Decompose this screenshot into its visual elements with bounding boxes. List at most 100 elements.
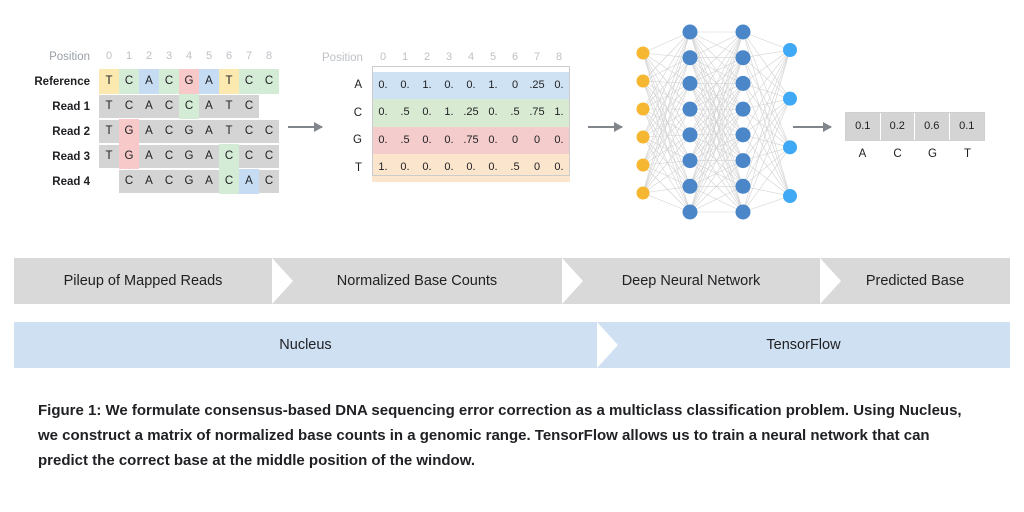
pileup-row-label: Read 2 (52, 125, 90, 138)
matrix-value-cell: .5 (400, 106, 410, 118)
hidden2-node (735, 178, 751, 194)
arrow-matrix-to-network (588, 122, 623, 132)
pileup-track: TCACGATCC (99, 69, 299, 94)
tool-chevron-2: TensorFlow (597, 322, 1010, 368)
matrix-value-cell: .25 (529, 78, 545, 91)
output-node (783, 91, 797, 106)
matrix-value-cell: 0 (511, 133, 519, 146)
pileup-base-cell: A (145, 100, 153, 112)
matrix-position-1: 1 (401, 51, 409, 63)
pileup-base-cell: A (205, 100, 213, 112)
pileup-base-cell: T (99, 69, 119, 94)
hidden2-node (735, 101, 751, 117)
pileup-base-cell: A (239, 169, 259, 194)
pileup-header-row: Position 012345678 (14, 44, 299, 69)
prediction-base-label-C: C (893, 148, 902, 160)
pileup-base-cell: C (264, 150, 274, 162)
matrix-value-cell: 0. (488, 133, 498, 146)
matrix-value-cell: 0. (400, 161, 410, 173)
hidden1-node (682, 127, 698, 143)
output-node (783, 189, 797, 203)
pileup-base-cell: T (105, 125, 113, 137)
pileup-base-cell: A (145, 150, 153, 162)
prediction-value-cell: 0.6 (915, 113, 950, 140)
stage-chevron-label: Deep Neural Network (621, 273, 761, 289)
pileup-base-cell: C (259, 69, 279, 94)
pileup-position-2: 2 (145, 50, 153, 62)
matrix-value-cell: 0. (554, 78, 564, 91)
stage-chevron-4: Predicted Base (820, 258, 1010, 304)
pileup-position-1: 1 (125, 50, 133, 62)
input-node (636, 46, 650, 60)
network-svg (636, 24, 797, 220)
matrix-position-3: 3 (445, 51, 453, 63)
pileup-base-cell: C (219, 144, 239, 169)
matrix-value-cell: 0. (466, 78, 476, 91)
matrix-value-cell: .75 (529, 106, 545, 118)
matrix-row-label-A: A (354, 79, 362, 92)
prediction-values: 0.1 0.2 0.6 0.1 (845, 112, 985, 141)
pileup-base-cell: G (119, 119, 139, 144)
pileup-position-7: 7 (245, 50, 253, 62)
matrix-row: C 0. .5 0. 1. .25 0. .5 .75 1. (322, 99, 572, 127)
pileup-base-cell: A (145, 125, 153, 137)
input-node (636, 102, 650, 116)
pileup-track: TGACGACCC (99, 144, 299, 169)
pileup-position-6: 6 (225, 50, 233, 62)
pileup-base-cell: T (225, 100, 233, 112)
pileup-base-cell: C (159, 69, 179, 94)
pileup-base-cell: A (205, 150, 213, 162)
pileup-row-label: Read 4 (52, 175, 90, 188)
prediction-value-cell: 0.1 (846, 113, 881, 140)
pileup-row: Read 3TGACGACCC (14, 144, 299, 169)
base-count-matrix-panel: Position 012345678 A 0. 0. 1. 0. 0. 1. 0.25 0. C 0… (322, 44, 572, 182)
matrix-position-8: 8 (555, 51, 563, 63)
matrix-value-cell: 0. (488, 161, 498, 173)
pileup-base-cell: G (184, 175, 194, 187)
hidden2-node (735, 75, 751, 91)
pileup-row: Read 4CACGACAC (14, 169, 299, 194)
pileup-base-cell: T (105, 150, 113, 162)
matrix-position-2: 2 (423, 51, 431, 63)
stage-chevron-row: Pileup of Mapped Reads Normalized Base Co… (0, 258, 1024, 304)
prediction-base-label-T: T (963, 148, 972, 160)
arrow-pileup-to-matrix (288, 122, 323, 132)
prediction-base-label-A: A (858, 148, 867, 160)
pileup-base-cell: C (179, 94, 199, 119)
pileup-position-5: 5 (205, 50, 213, 62)
pileup-base-cell: T (225, 125, 233, 137)
matrix-position-label: Position (322, 51, 363, 64)
pileup-track: TCACCATC (99, 94, 299, 119)
matrix-value-cell: .75 (463, 133, 479, 146)
tool-chevron-label: Nucleus (279, 337, 332, 353)
matrix-value-cell: 0. (444, 78, 454, 91)
matrix-value-cell: 0. (422, 133, 432, 146)
matrix-position-0: 0 (379, 51, 387, 63)
pileup-base-cell: C (164, 100, 174, 112)
input-node (636, 158, 650, 172)
hidden1-node (682, 178, 698, 194)
pipeline-diagram: Position 012345678 Reference T C A C G A T C C Rea… (0, 0, 1024, 240)
pileup-row: Read 1TCACCATC (14, 94, 299, 119)
matrix-row-label-T: T (354, 161, 362, 174)
hidden1-node (682, 101, 698, 117)
pileup-track: TGACGATCC (99, 119, 299, 144)
hidden2-node (735, 24, 751, 40)
hidden2-node (735, 127, 751, 143)
matrix-header-row: Position 0 1 2 3 4 5 6 7 8 (322, 44, 572, 72)
input-node (636, 130, 650, 144)
stage-chevron-3: Deep Neural Network (562, 258, 841, 304)
matrix-position-track: 0 1 2 3 4 5 6 7 8 (372, 44, 572, 72)
prediction-value-cell: 0.2 (881, 113, 915, 140)
stage-chevron-1: Pileup of Mapped Reads (14, 258, 293, 304)
matrix-value-cell: .5 (510, 106, 520, 118)
pileup-base-cell: C (124, 175, 134, 187)
pileup-base-cell: A (205, 175, 213, 187)
matrix-row-label-C: C (353, 106, 362, 119)
pileup-row-label: Read 3 (52, 150, 90, 163)
pileup-row-label: Reference (34, 75, 90, 88)
hidden1-node (682, 75, 698, 91)
matrix-track: 0. 0. 1. 0. 0. 1. 0 .25 0. (372, 71, 572, 99)
pileup-base-cell: C (119, 69, 139, 94)
pileup-base-cell: C (219, 169, 239, 194)
